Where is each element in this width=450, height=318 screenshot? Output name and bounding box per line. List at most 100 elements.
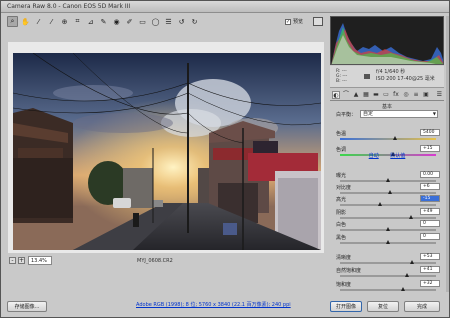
slider-value-field[interactable]: 0 bbox=[420, 233, 440, 240]
done-button[interactable]: 完成 bbox=[404, 301, 440, 312]
tab-effects-icon[interactable]: fx bbox=[392, 91, 400, 99]
fullscreen-icon[interactable] bbox=[313, 17, 323, 26]
color-sampler-icon[interactable]: ⁄ bbox=[46, 16, 57, 27]
iso-lens: ISO 200 17-40@25 毫米 bbox=[376, 76, 435, 82]
zoom-tool-icon[interactable]: ⌕ bbox=[7, 16, 18, 27]
tab-snapshots-icon[interactable]: ▣ bbox=[422, 91, 430, 99]
white-balance-row: 白平衡： 自定 ▼ bbox=[336, 110, 440, 121]
slider-track[interactable] bbox=[340, 260, 436, 264]
preview-footer: - + 13.4% MYJ_0608.CR2 bbox=[7, 255, 325, 268]
slider-thumb[interactable] bbox=[400, 287, 405, 291]
crop-tool-icon[interactable]: ⌗ bbox=[72, 16, 83, 27]
slider-track[interactable] bbox=[340, 240, 436, 244]
tab-basic-icon[interactable]: ◐ bbox=[332, 91, 340, 99]
preview-toggle[interactable]: ✓ 预览 bbox=[285, 18, 303, 25]
slider-track[interactable] bbox=[340, 178, 436, 182]
slider-label: 自然饱和度 bbox=[336, 268, 362, 274]
white-balance-tool-icon[interactable]: ⁄ bbox=[33, 16, 44, 27]
slider-track[interactable] bbox=[340, 287, 436, 291]
slider-track[interactable] bbox=[340, 190, 436, 194]
zoom-out-button[interactable]: - bbox=[9, 257, 16, 264]
hand-tool-icon[interactable]: ✋ bbox=[20, 16, 31, 27]
auto-default-links: 自动 默认值 bbox=[330, 152, 444, 159]
slider-value-field[interactable]: +15 bbox=[420, 145, 440, 152]
camera-raw-window: Camera Raw 8.0 - Canon EOS 5D Mark III ⌕… bbox=[0, 0, 450, 318]
rotate-left-icon[interactable]: ↺ bbox=[176, 16, 187, 27]
title-bar: Camera Raw 8.0 - Canon EOS 5D Mark III bbox=[1, 1, 449, 13]
auto-link[interactable]: 自动 bbox=[369, 153, 379, 159]
slider-label: 白色 bbox=[336, 222, 347, 228]
tab-lens-corrections-icon[interactable]: ▭ bbox=[382, 91, 390, 99]
slider-row: 色温 5400 bbox=[336, 129, 440, 140]
tab-detail-icon[interactable]: ▲ bbox=[352, 91, 360, 99]
tab-tone-curve-icon[interactable]: ⌒ bbox=[342, 91, 350, 99]
slider-row: 曝光 0.00 bbox=[336, 171, 440, 182]
slider-thumb[interactable] bbox=[393, 136, 398, 140]
preferences-icon[interactable]: ☰ bbox=[163, 16, 174, 27]
slider-value-field[interactable]: +41 bbox=[420, 266, 440, 273]
slider-thumb[interactable] bbox=[385, 178, 390, 182]
tab-split-toning-icon[interactable]: ▬ bbox=[372, 91, 380, 99]
tab-camera-calibration-icon[interactable]: ◎ bbox=[402, 91, 410, 99]
slider-label: 曝光 bbox=[336, 173, 347, 179]
slider-thumb[interactable] bbox=[404, 273, 409, 277]
radial-filter-icon[interactable]: ◯ bbox=[150, 16, 161, 27]
slider-label: 饱和度 bbox=[336, 282, 352, 288]
white-balance-label: 白平衡： bbox=[336, 112, 357, 118]
white-balance-value: 自定 bbox=[363, 111, 374, 117]
slider-value-field[interactable]: +49 bbox=[420, 208, 440, 215]
workflow-options-link[interactable]: Adobe RGB (1998); 8 位; 5760 x 3840 (22.1… bbox=[136, 301, 291, 308]
slider-thumb[interactable] bbox=[377, 202, 382, 206]
zoom-level-select[interactable]: 13.4% bbox=[28, 256, 52, 265]
street-photo bbox=[13, 53, 321, 250]
slider-thumb[interactable] bbox=[410, 260, 415, 264]
slider-track[interactable] bbox=[340, 227, 436, 231]
chevron-down-icon: ▼ bbox=[432, 111, 436, 116]
slider-value-field[interactable]: +53 bbox=[420, 253, 440, 260]
slider-label: 对比度 bbox=[336, 185, 352, 191]
slider-row: 自然饱和度 +41 bbox=[336, 266, 440, 277]
spot-removal-icon[interactable]: ✎ bbox=[98, 16, 109, 27]
default-link[interactable]: 默认值 bbox=[390, 153, 405, 159]
adjustment-brush-icon[interactable]: ✐ bbox=[124, 16, 135, 27]
slider-value-field[interactable]: +32 bbox=[420, 280, 440, 287]
open-image-button[interactable]: 打开图像 bbox=[330, 301, 362, 312]
panel-scrollbar[interactable] bbox=[446, 16, 449, 292]
tab-presets-icon[interactable]: ≡ bbox=[412, 91, 420, 99]
straighten-tool-icon[interactable]: ⊿ bbox=[85, 16, 96, 27]
rgb-readout: R: --- G: --- B: --- bbox=[336, 69, 347, 84]
slider-track[interactable] bbox=[340, 202, 436, 206]
slider-thumb[interactable] bbox=[385, 227, 390, 231]
target-adjust-icon[interactable]: ⊕ bbox=[59, 16, 70, 27]
red-eye-icon[interactable]: ◉ bbox=[111, 16, 122, 27]
slider-track[interactable] bbox=[340, 136, 436, 140]
tab-hsl-icon[interactable]: ▦ bbox=[362, 91, 370, 99]
histogram bbox=[330, 16, 444, 65]
panel-title: 基本 bbox=[381, 104, 392, 110]
zoom-in-button[interactable]: + bbox=[18, 257, 25, 264]
slider-track[interactable] bbox=[340, 215, 436, 219]
photo-preview[interactable] bbox=[13, 53, 321, 250]
slider-value-field[interactable]: +6 bbox=[420, 183, 440, 190]
slider-row: 清晰度 +53 bbox=[336, 253, 440, 264]
slider-thumb[interactable] bbox=[408, 215, 413, 219]
white-balance-select[interactable]: 自定 ▼ bbox=[360, 110, 438, 118]
panel-menu-icon[interactable]: ☰ bbox=[437, 91, 442, 98]
save-image-button[interactable]: 存储图像... bbox=[7, 301, 47, 312]
slider-value-field[interactable]: 0 bbox=[420, 220, 440, 227]
preview-area[interactable] bbox=[8, 42, 324, 253]
slider-thumb[interactable] bbox=[385, 240, 390, 244]
slider-row: 对比度 +6 bbox=[336, 183, 440, 194]
slider-value-field[interactable]: -15 bbox=[420, 195, 440, 202]
slider-value-field[interactable]: 0.00 bbox=[420, 171, 440, 178]
slider-track[interactable] bbox=[340, 273, 436, 277]
rotate-right-icon[interactable]: ↻ bbox=[189, 16, 200, 27]
graduated-filter-icon[interactable]: ▭ bbox=[137, 16, 148, 27]
slider-thumb[interactable] bbox=[388, 190, 393, 194]
slider-label: 黑色 bbox=[336, 235, 347, 241]
slider-label: 阴影 bbox=[336, 210, 347, 216]
slider-value-field[interactable]: 5400 bbox=[420, 129, 440, 136]
preview-checkbox[interactable]: ✓ bbox=[285, 18, 291, 25]
slider-row: 阴影 +49 bbox=[336, 208, 440, 219]
reset-button[interactable]: 复位 bbox=[367, 301, 399, 312]
